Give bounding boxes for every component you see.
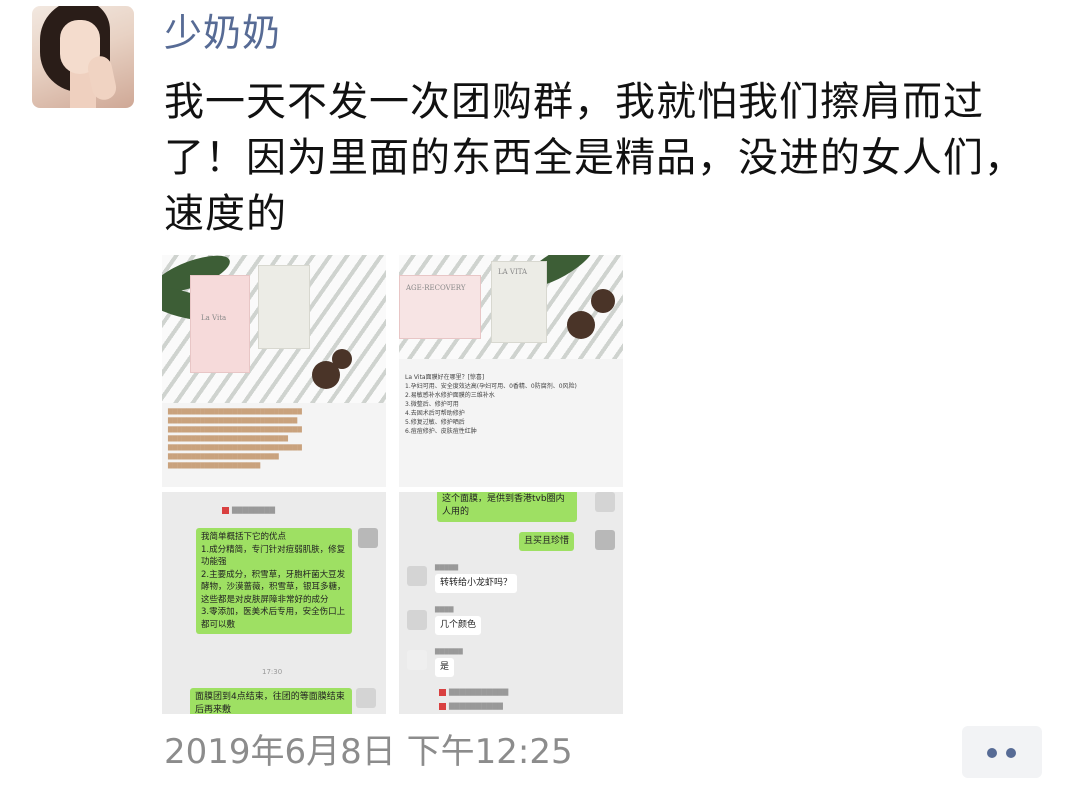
post-image-4[interactable]: 这个面膜，是供到香港tvb圈内人用的 且买且珍惜 ▇▇▇▇▇ 转转给小龙虾吗？ … [399, 492, 623, 714]
caption-line: 5.修复过敏、修护晒后 [405, 419, 465, 426]
product-photo: AGE-RECOVERY LA VITA [399, 255, 623, 359]
chat-avatar [407, 610, 427, 630]
caption-line: 4.去固术后可帮助修护 [405, 410, 465, 417]
more-dots-icon [987, 748, 997, 758]
product-box: La Vita [190, 275, 250, 373]
caption-line: 2.易敏感补水修护面膜的三维补水 [405, 392, 495, 399]
caption-line: 6.痘痘修护、皮肤痘性红肿 [405, 428, 477, 435]
chat-avatar [595, 492, 615, 512]
chat-system-notice: ▇▇▇▇▇▇▇▇▇▇▇ [439, 688, 508, 696]
post-image-1[interactable]: La Vita ▇▇▇▇▇▇▇▇▇▇▇▇▇▇▇▇▇▇▇▇▇▇▇▇▇▇▇▇▇ ▇▇… [162, 255, 386, 487]
chat-avatar [407, 650, 427, 670]
chat-sender-name: ▇▇▇▇▇ [435, 564, 459, 571]
product-pack: LA VITA [491, 261, 547, 343]
red-packet-icon [439, 688, 446, 696]
more-dots-icon [1006, 748, 1016, 758]
chat-message: 转转给小龙虾吗？ [435, 574, 518, 593]
user-avatar[interactable] [32, 6, 134, 108]
red-packet-icon [439, 702, 446, 710]
chat-avatar [356, 688, 376, 708]
chat-message: 我简单概括下它的优点 1.成分精简，专门针对痘弱肌肤，修复功能强 2.主要成分，… [196, 528, 352, 634]
product-photo: La Vita [162, 255, 386, 403]
pinecone-decoration [332, 349, 352, 369]
box-sub-label: AGE-RECOVERY [406, 284, 466, 292]
chat-message: 面膜团到4点结束，往团的等面膜结束后再来敷 [190, 688, 352, 714]
image-caption-list: La Vita面膜好在哪里？[惊喜] 1.孕妇可用、安全度效达高(孕妇可用、0香… [405, 373, 617, 436]
post-text: 我一天不发一次团购群，我就怕我们擦肩而过了！因为里面的东西全是精品，没进的女人们… [164, 79, 1025, 237]
chat-avatar [407, 566, 427, 586]
product-box: AGE-RECOVERY [399, 275, 481, 339]
box-label: La Vita [201, 314, 227, 322]
chat-sender-name: ▇▇▇▇▇▇ [435, 648, 463, 655]
post-image-3[interactable]: ▇▇▇▇▇▇▇▇ 我简单概括下它的优点 1.成分精简，专门针对痘弱肌肤，修复功能… [162, 492, 386, 714]
post-username[interactable]: 少奶奶 [164, 8, 281, 58]
red-packet-icon [222, 506, 229, 514]
product-pack [258, 265, 310, 349]
more-actions-button[interactable] [962, 726, 1042, 778]
pinecone-decoration [591, 289, 615, 313]
chat-message: 是 [435, 658, 455, 677]
post-image-2[interactable]: AGE-RECOVERY LA VITA La Vita面膜好在哪里？[惊喜] … [399, 255, 623, 487]
chat-message: 这个面膜，是供到香港tvb圈内人用的 [437, 492, 577, 522]
image-caption: ▇▇▇▇▇▇▇▇▇▇▇▇▇▇▇▇▇▇▇▇▇▇▇▇▇▇▇▇▇ ▇▇▇▇▇▇▇▇▇▇… [168, 408, 302, 469]
post-timestamp: 2019年6月8日 下午12:25 [164, 732, 573, 772]
chat-message: 几个颜色 [435, 616, 482, 635]
caption-line: 1.孕妇可用、安全度效达高(孕妇可用、0香精、0防腐剂、0风险) [405, 383, 577, 390]
chat-avatar [595, 530, 615, 550]
box-label: LA VITA [498, 268, 528, 276]
chat-message: 且买且珍惜 [519, 532, 575, 551]
chat-avatar [358, 528, 378, 548]
chat-time: 17:30 [262, 668, 283, 676]
pinecone-decoration [567, 311, 595, 339]
chat-system-notice: ▇▇▇▇▇▇▇▇ [222, 506, 275, 514]
caption-line: 3.微整后、修护可用 [405, 401, 459, 408]
caption-line: La Vita面膜好在哪里？[惊喜] [405, 374, 485, 381]
chat-sender-name: ▇▇▇▇ [435, 606, 454, 613]
chat-system-notice: ▇▇▇▇▇▇▇▇▇▇ [439, 702, 503, 710]
